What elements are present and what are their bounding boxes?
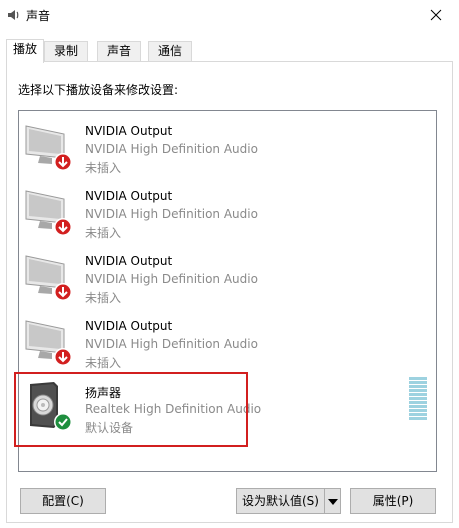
device-name: NVIDIA Output <box>85 124 173 138</box>
properties-button[interactable]: 属性(P) <box>350 488 436 514</box>
tab-recording[interactable]: 录制 <box>44 41 88 61</box>
device-name: NVIDIA Output <box>85 254 173 268</box>
tab-sounds[interactable]: 声音 <box>97 41 141 61</box>
set-default-button[interactable]: 设为默认值(S) <box>236 488 325 514</box>
device-item[interactable]: NVIDIA Output NVIDIA High Definition Aud… <box>19 311 419 373</box>
close-button[interactable] <box>413 0 459 30</box>
device-description: NVIDIA High Definition Audio <box>85 142 258 156</box>
device-item[interactable]: NVIDIA Output NVIDIA High Definition Aud… <box>19 181 419 243</box>
monitor-icon <box>25 190 72 236</box>
device-description: NVIDIA High Definition Audio <box>85 337 258 351</box>
device-name: NVIDIA Output <box>85 189 173 203</box>
device-status: 未插入 <box>85 356 122 370</box>
monitor-icon <box>25 255 72 301</box>
title-bar: 声音 <box>0 0 459 30</box>
device-name: NVIDIA Output <box>85 319 173 333</box>
device-description: NVIDIA High Definition Audio <box>85 272 258 286</box>
configure-button[interactable]: 配置(C) <box>20 488 106 514</box>
speaker-app-icon <box>8 10 19 20</box>
highlight-box <box>14 372 248 447</box>
chevron-down-icon <box>327 499 338 505</box>
tab-playback[interactable]: 播放 <box>6 39 44 63</box>
device-item[interactable]: NVIDIA Output NVIDIA High Definition Aud… <box>19 116 419 178</box>
instruction-text: 选择以下播放设备来修改设置: <box>18 83 179 97</box>
device-status: 未插入 <box>85 161 122 175</box>
monitor-icon <box>25 320 72 366</box>
close-icon <box>430 9 442 21</box>
device-item[interactable]: NVIDIA Output NVIDIA High Definition Aud… <box>19 246 419 308</box>
set-default-dropdown-button[interactable] <box>324 488 341 514</box>
monitor-icon <box>25 125 72 171</box>
device-status: 未插入 <box>85 291 122 305</box>
window-title: 声音 <box>26 9 51 23</box>
volume-level-meter <box>409 377 427 421</box>
tab-communications[interactable]: 通信 <box>148 41 192 61</box>
device-status: 未插入 <box>85 226 122 240</box>
device-description: NVIDIA High Definition Audio <box>85 207 258 221</box>
